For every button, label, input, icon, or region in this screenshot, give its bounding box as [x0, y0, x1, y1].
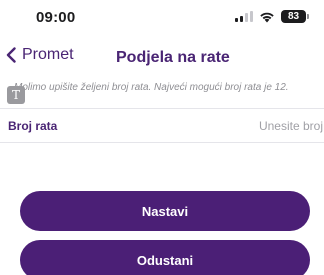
wifi-icon	[260, 12, 274, 22]
installments-input[interactable]	[164, 116, 324, 136]
chevron-left-icon	[6, 47, 16, 63]
battery-icon: 83	[281, 10, 309, 23]
info-row: Molimo upišite željeni broj rata. Najveć…	[0, 80, 324, 98]
field-label: Broj rata	[8, 119, 58, 133]
info-text: Molimo upišite željeni broj rata. Najveć…	[14, 82, 289, 93]
back-button[interactable]: Promet	[6, 46, 74, 64]
installments-field: Broj rata	[0, 115, 324, 137]
continue-button[interactable]: Nastavi	[20, 191, 310, 231]
navigation-bar: Promet Podjela na rate	[0, 36, 324, 80]
status-icons: 83	[235, 10, 309, 23]
cancel-button[interactable]: Odustani	[20, 240, 310, 275]
text-format-icon: T	[7, 86, 25, 104]
signal-icon	[235, 11, 253, 22]
field-underline	[0, 142, 324, 143]
divider	[0, 108, 324, 109]
status-time: 09:00	[36, 9, 76, 26]
status-bar: 09:00 83	[0, 0, 324, 36]
back-button-label: Promet	[22, 46, 74, 63]
page-title: Podjela na rate	[116, 49, 230, 66]
